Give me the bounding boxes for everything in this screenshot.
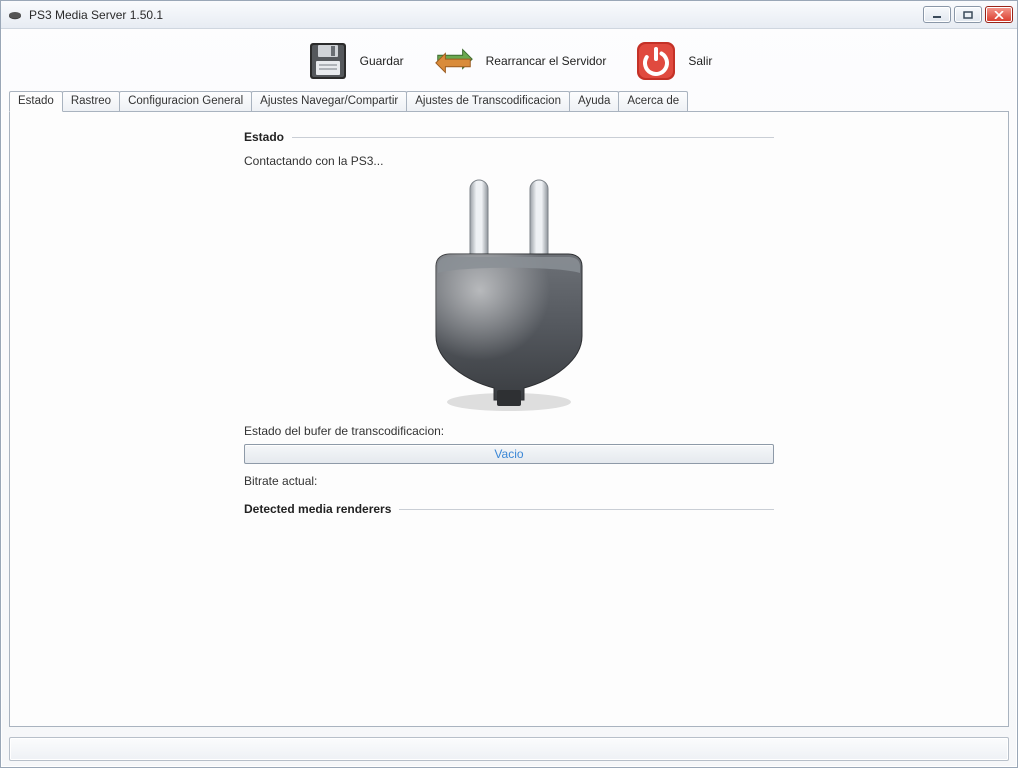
section-renderers: Detected media renderers (244, 502, 774, 516)
minimize-button[interactable] (923, 6, 951, 23)
contacting-text: Contactando con la PS3... (244, 154, 774, 168)
buffer-value: Vacio (494, 447, 523, 461)
save-label: Guardar (360, 54, 404, 68)
restart-button[interactable]: Rearrancar el Servidor (432, 39, 607, 83)
app-icon (7, 7, 23, 23)
save-button[interactable]: Guardar (306, 39, 404, 83)
window-title: PS3 Media Server 1.50.1 (29, 8, 923, 22)
toolbar: Guardar Rearrancar el Servidor (9, 35, 1009, 89)
plug-image (244, 174, 774, 414)
divider (292, 137, 774, 138)
floppy-icon (306, 39, 350, 83)
app-window: PS3 Media Server 1.50.1 (0, 0, 1018, 768)
maximize-button[interactable] (954, 6, 982, 23)
divider (399, 509, 774, 510)
window-controls (923, 6, 1013, 23)
tab-estado[interactable]: Estado (9, 91, 63, 112)
tab-strip: Estado Rastreo Configuracion General Aju… (9, 91, 1009, 111)
content-area: Guardar Rearrancar el Servidor (1, 29, 1017, 733)
tab-panel: Estado Contactando con la PS3... (9, 111, 1009, 727)
restart-label: Rearrancar el Servidor (486, 54, 607, 68)
power-icon (634, 39, 678, 83)
tab-ajustes-navegar[interactable]: Ajustes Navegar/Compartir (251, 91, 407, 111)
tab-ayuda[interactable]: Ayuda (569, 91, 619, 111)
quit-button[interactable]: Salir (634, 39, 712, 83)
tab-ajustes-transcodificacion[interactable]: Ajustes de Transcodificacion (406, 91, 570, 111)
section-estado-label: Estado (244, 130, 284, 144)
quit-label: Salir (688, 54, 712, 68)
tab-configuracion-general[interactable]: Configuracion General (119, 91, 252, 111)
restart-icon (432, 39, 476, 83)
titlebar: PS3 Media Server 1.50.1 (1, 1, 1017, 29)
section-estado: Estado (244, 130, 774, 144)
close-button[interactable] (985, 6, 1013, 23)
bitrate-label: Bitrate actual: (244, 474, 774, 488)
status-bar (9, 737, 1009, 761)
renderers-label: Detected media renderers (244, 502, 391, 516)
tab-rastreo[interactable]: Rastreo (62, 91, 120, 111)
buffer-label: Estado del bufer de transcodificacion: (244, 424, 774, 438)
buffer-progress: Vacio (244, 444, 774, 464)
tab-acerca-de[interactable]: Acerca de (618, 91, 688, 111)
